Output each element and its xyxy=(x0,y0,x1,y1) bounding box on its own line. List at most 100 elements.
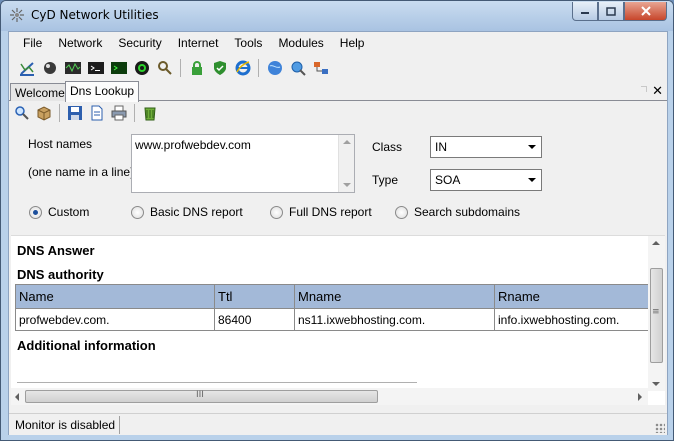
column-name[interactable]: Name xyxy=(15,284,215,309)
dns-answer-heading: DNS Answer xyxy=(17,243,95,258)
globe-ball-icon[interactable] xyxy=(40,58,59,77)
tab-scroll-icon[interactable] xyxy=(641,86,647,92)
column-ttl[interactable]: Ttl xyxy=(214,284,295,309)
maximize-button[interactable] xyxy=(598,2,624,21)
minimize-button[interactable] xyxy=(572,2,598,21)
menu-security[interactable]: Security xyxy=(110,32,169,54)
menu-network[interactable]: Network xyxy=(50,32,110,54)
resize-grip-icon[interactable] xyxy=(655,423,665,433)
monitor-status: Monitor is disabled xyxy=(11,416,121,434)
column-mname[interactable]: Mname xyxy=(294,284,495,309)
magnifier-globe-icon[interactable] xyxy=(288,58,307,77)
client-area: File Network Security Internet Tools Mod… xyxy=(8,31,668,435)
results-pane: DNS Answer DNS authority Name Ttl Mname … xyxy=(11,235,665,405)
mode-full-label: Full DNS report xyxy=(289,205,372,219)
window-controls xyxy=(572,2,667,21)
waveform-icon[interactable] xyxy=(63,58,82,77)
terminal-icon[interactable] xyxy=(86,58,105,77)
results-vertical-scrollbar[interactable]: ≡ xyxy=(648,236,665,391)
host-names-scrollbar[interactable] xyxy=(338,135,354,192)
close-icon xyxy=(640,6,651,16)
tab-strip: Welcome Dns Lookup ✕ xyxy=(9,81,667,102)
globe-icon[interactable] xyxy=(265,58,284,77)
menu-modules[interactable]: Modules xyxy=(270,32,331,54)
mode-subdomains-label: Search subdomains xyxy=(414,205,521,219)
search-person-icon[interactable] xyxy=(155,58,174,77)
ie-icon[interactable] xyxy=(233,58,252,77)
host-names-label: Host names xyxy=(28,137,93,151)
save-icon[interactable] xyxy=(66,104,84,122)
radio-indicator xyxy=(270,205,283,219)
radio-indicator xyxy=(29,205,42,219)
mode-custom-radio[interactable]: Custom xyxy=(29,205,89,219)
shield-icon[interactable] xyxy=(210,58,229,77)
radio-indicator xyxy=(131,205,144,219)
type-label: Type xyxy=(372,173,399,187)
maximize-icon xyxy=(606,6,616,16)
scroll-up-icon[interactable] xyxy=(343,140,351,144)
class-label: Class xyxy=(372,140,403,154)
mode-subdomains-radio[interactable]: Search subdomains xyxy=(395,205,520,219)
authority-table: Name Ttl Mname Rname profwebdev.com. 864… xyxy=(15,284,651,331)
dns-lookup-panel: Host names (one name in a line) www.prof… xyxy=(9,102,667,414)
type-select[interactable]: SOA xyxy=(430,169,542,191)
divider xyxy=(17,382,417,383)
print-icon[interactable] xyxy=(110,104,128,122)
menu-tools[interactable]: Tools xyxy=(226,32,270,54)
title-bar[interactable]: CyD Network Utilities xyxy=(1,1,673,31)
document-icon[interactable] xyxy=(88,104,106,122)
network-icon[interactable] xyxy=(311,58,330,77)
toolbar-separator xyxy=(258,58,259,77)
dns-toolbar xyxy=(13,104,159,122)
scroll-up-icon[interactable] xyxy=(652,241,660,245)
mode-custom-label: Custom xyxy=(48,205,90,219)
scroll-down-icon[interactable] xyxy=(652,382,660,386)
host-names-hint: (one name in a line) xyxy=(28,165,135,179)
chevron-down-icon xyxy=(528,145,536,149)
scroll-left-icon[interactable] xyxy=(15,393,19,401)
cell-ttl: 86400 xyxy=(214,308,295,331)
mode-basic-label: Basic DNS report xyxy=(150,205,243,219)
tab-welcome[interactable]: Welcome xyxy=(10,83,70,101)
tab-close-icon[interactable]: ✕ xyxy=(652,84,663,99)
results-horizontal-scrollbar[interactable]: III xyxy=(11,388,648,405)
menu-file[interactable]: File xyxy=(15,32,50,54)
window-title: CyD Network Utilities xyxy=(31,8,159,22)
menu-help[interactable]: Help xyxy=(332,32,373,54)
dns-authority-heading: DNS authority xyxy=(17,267,104,282)
type-value: SOA xyxy=(435,173,461,187)
tab-dns-lookup[interactable]: Dns Lookup xyxy=(65,81,140,102)
lock-icon[interactable] xyxy=(187,58,206,77)
host-names-input[interactable]: www.profwebdev.com xyxy=(131,134,355,193)
cell-mname: ns11.ixwebhosting.com. xyxy=(294,308,495,331)
chart-icon[interactable] xyxy=(17,58,36,77)
scroll-down-icon[interactable] xyxy=(343,183,351,187)
console-green-icon[interactable] xyxy=(109,58,128,77)
cell-name: profwebdev.com. xyxy=(15,308,215,331)
mode-basic-radio[interactable]: Basic DNS report xyxy=(131,205,243,219)
app-window: CyD Network Utilities File Network Secur… xyxy=(0,0,674,441)
search-icon[interactable] xyxy=(13,104,31,122)
additional-info-heading: Additional information xyxy=(17,338,156,353)
mode-full-radio[interactable]: Full DNS report xyxy=(270,205,372,219)
target-icon[interactable] xyxy=(132,58,151,77)
class-select[interactable]: IN xyxy=(430,136,542,158)
minimize-icon xyxy=(581,12,589,14)
close-button[interactable] xyxy=(624,2,667,21)
column-rname[interactable]: Rname xyxy=(494,284,651,309)
vertical-scroll-thumb[interactable]: ≡ xyxy=(650,268,663,363)
table-row[interactable]: profwebdev.com. 86400 ns11.ixwebhosting.… xyxy=(15,308,651,331)
menu-bar: File Network Security Internet Tools Mod… xyxy=(9,32,667,54)
scroll-right-icon[interactable] xyxy=(638,393,642,401)
clear-broom-icon[interactable] xyxy=(141,104,159,122)
menu-internet[interactable]: Internet xyxy=(170,32,227,54)
thumb-grip: ≡ xyxy=(652,307,660,317)
radio-indicator xyxy=(395,205,408,219)
class-value: IN xyxy=(435,140,447,154)
horizontal-scroll-thumb[interactable]: III xyxy=(25,390,378,403)
toolbar-separator xyxy=(59,104,60,122)
cell-rname: info.ixwebhosting.com. xyxy=(494,308,651,331)
app-icon xyxy=(10,8,24,22)
package-icon[interactable] xyxy=(35,104,53,122)
toolbar-separator xyxy=(134,104,135,122)
